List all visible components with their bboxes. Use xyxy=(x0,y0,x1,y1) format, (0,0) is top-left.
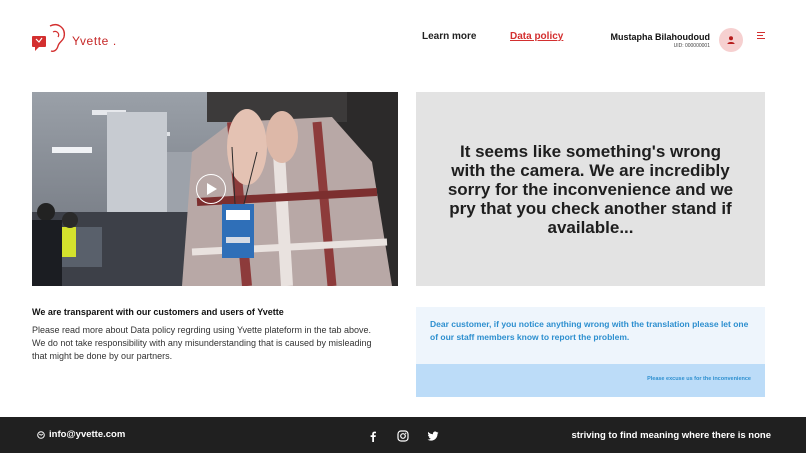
header: Yvette . Learn more Data policy Mustapha… xyxy=(0,0,806,80)
menu-lines-icon[interactable] xyxy=(757,32,767,42)
translation-notice-message: Dear customer, if you notice anything wr… xyxy=(430,319,749,342)
notice-apology: Please excuse us for the inconvenience xyxy=(647,376,751,382)
avatar-button[interactable] xyxy=(719,28,743,52)
camera-error-panel: It seems like something's wrong with the… xyxy=(416,92,765,286)
notice-bar: Please excuse us for the inconvenience xyxy=(416,364,765,397)
user-name: Mustapha Bilahoudoud xyxy=(610,32,711,42)
play-icon xyxy=(207,183,217,195)
nav-learn-more[interactable]: Learn more xyxy=(422,31,476,42)
camera-feed[interactable] xyxy=(32,92,398,286)
brand-name: Yvette . xyxy=(72,34,117,48)
ear-logo-icon[interactable] xyxy=(30,20,70,56)
twitter-icon[interactable] xyxy=(427,429,439,441)
footer-email-link[interactable]: info@yvette.com xyxy=(37,429,125,440)
instagram-icon[interactable] xyxy=(397,429,409,442)
footer-tagline: striving to find meaning where there is … xyxy=(571,430,771,441)
transparency-body: Please read more about Data policy regrd… xyxy=(32,325,372,361)
play-button[interactable] xyxy=(196,174,226,204)
translation-notice: Dear customer, if you notice anything wr… xyxy=(416,307,765,364)
transparency-title: We are transparent with our customers an… xyxy=(32,307,284,317)
facebook-icon[interactable] xyxy=(367,429,379,442)
user-icon xyxy=(727,36,735,44)
footer: info@yvette.com striving to find meaning… xyxy=(0,417,806,453)
footer-email: info@yvette.com xyxy=(49,429,126,440)
globe-icon xyxy=(37,430,45,439)
user-uid: UID: 000000001 xyxy=(673,43,710,49)
nav-data-policy[interactable]: Data policy xyxy=(510,31,563,42)
camera-error-message: It seems like something's wrong with the… xyxy=(447,141,734,237)
